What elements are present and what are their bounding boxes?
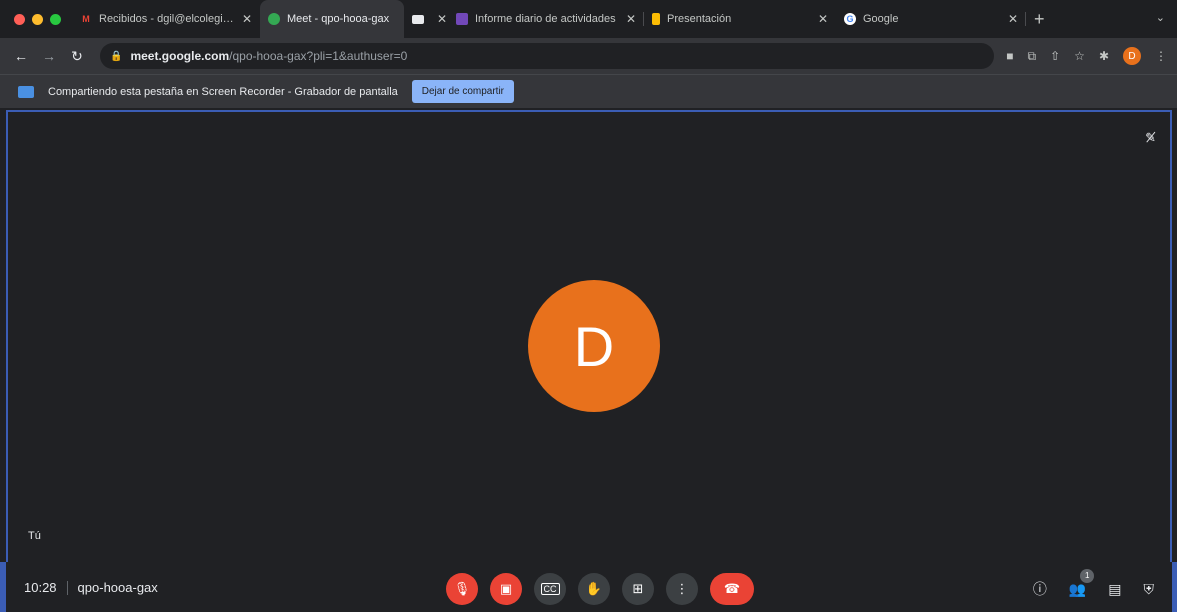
meet-video-stage: ✎̸ D Tú bbox=[6, 110, 1172, 562]
camera-off-icon: ▣ bbox=[499, 581, 513, 596]
people-icon[interactable]: 👥 1 bbox=[1069, 568, 1095, 598]
toggle-camera-button[interactable]: ▣ bbox=[490, 573, 522, 605]
close-tab-icon[interactable]: ✕ bbox=[818, 12, 828, 26]
raise-hand-button[interactable]: ✋ bbox=[578, 573, 610, 605]
meeting-side-controls: ⓘ 👥 1 ▤ ⛨ bbox=[1033, 568, 1155, 599]
browser-toolbar: ← → ↻ 🔒 meet.google.com/qpo-hooa-gax?pli… bbox=[0, 38, 1177, 74]
tab-title: Presentación bbox=[667, 13, 732, 25]
tab-search-chevron-icon[interactable]: ⌄ bbox=[1156, 11, 1165, 24]
captions-icon: CC bbox=[540, 583, 560, 595]
back-button[interactable]: ← bbox=[10, 48, 32, 64]
hand-icon: ✋ bbox=[585, 581, 603, 596]
url-host: meet.google.com bbox=[130, 49, 230, 63]
camera-in-use-icon[interactable]: ■ bbox=[1006, 49, 1013, 63]
tab-strip: M Recibidos - dgil@elcolegiodeh ✕ Meet -… bbox=[0, 0, 1177, 38]
close-tab-icon[interactable]: ✕ bbox=[437, 12, 447, 26]
more-menu-icon[interactable]: ⋮ bbox=[1155, 49, 1167, 63]
bookmark-star-icon[interactable]: ☆ bbox=[1074, 49, 1085, 63]
meet-icon bbox=[268, 13, 280, 25]
profile-avatar[interactable]: D bbox=[1123, 47, 1141, 65]
tab-title: Recibidos - dgil@elcolegiodeh bbox=[99, 13, 236, 25]
meeting-details: 10:28 qpo-hooa-gax bbox=[24, 580, 158, 595]
host-controls-icon[interactable]: ⛨ bbox=[1144, 581, 1155, 598]
more-options-button[interactable]: ⋮ bbox=[666, 573, 698, 605]
captions-button[interactable]: CC bbox=[534, 573, 566, 605]
tab-sharing-infobar: Compartiendo esta pestaña en Screen Reco… bbox=[0, 74, 1177, 108]
tab-title: Meet - qpo-hooa-gax bbox=[287, 13, 390, 25]
window-controls bbox=[0, 13, 72, 25]
tab-title: Google bbox=[863, 13, 899, 25]
meeting-code: qpo-hooa-gax bbox=[77, 580, 158, 595]
close-tab-icon[interactable]: ✕ bbox=[626, 12, 636, 26]
lock-icon[interactable]: 🔒 bbox=[110, 51, 122, 62]
url-path: /qpo-hooa-gax?pli=1&authuser=0 bbox=[229, 49, 408, 63]
meet-control-bar: 10:28 qpo-hooa-gax 🎙 ▣ CC ✋ ⊞ ⋮ ☎ ⓘ 👥 1 ▤… bbox=[0, 562, 1177, 612]
close-tab-icon[interactable]: ✕ bbox=[242, 12, 252, 26]
meeting-time: 10:28 bbox=[24, 580, 57, 595]
address-bar[interactable]: 🔒 meet.google.com/qpo-hooa-gax?pli=1&aut… bbox=[100, 43, 995, 69]
more-vertical-icon: ⋮ bbox=[675, 581, 689, 596]
sharing-message: Compartiendo esta pestaña en Screen Reco… bbox=[48, 85, 398, 98]
browser-window: M Recibidos - dgil@elcolegiodeh ✕ Meet -… bbox=[0, 0, 1177, 612]
forward-button[interactable]: → bbox=[38, 48, 60, 64]
chat-icon[interactable]: ▤ bbox=[1108, 581, 1121, 598]
close-tab-icon[interactable]: ✕ bbox=[1008, 12, 1018, 26]
self-tile-label: Tú bbox=[28, 530, 41, 542]
present-screen-button[interactable]: ⊞ bbox=[622, 573, 654, 605]
share-icon[interactable]: ⇧ bbox=[1050, 49, 1060, 63]
leave-call-button[interactable]: ☎ bbox=[710, 573, 754, 605]
mic-off-icon: 🎙 bbox=[453, 581, 471, 596]
participant-count-badge: 1 bbox=[1080, 568, 1095, 583]
forms-icon bbox=[456, 13, 468, 25]
tab-google[interactable]: G Google ✕ bbox=[836, 0, 1026, 38]
extensions-puzzle-icon[interactable]: ✱ bbox=[1099, 49, 1109, 63]
call-controls: 🎙 ▣ CC ✋ ⊞ ⋮ ☎ bbox=[446, 573, 754, 605]
tab-slides[interactable]: Presentación ✕ bbox=[644, 0, 836, 38]
screen-share-icon bbox=[18, 85, 34, 98]
toolbar-actions: ■ ⧉ ⇧ ☆ ✱ D ⋮ bbox=[1006, 47, 1167, 65]
slides-icon bbox=[652, 13, 660, 25]
meeting-info-icon[interactable]: ⓘ bbox=[1033, 579, 1047, 599]
stop-sharing-button[interactable]: Dejar de compartir bbox=[411, 80, 515, 103]
screen-icon bbox=[412, 14, 424, 24]
close-window-button[interactable] bbox=[14, 13, 25, 25]
gmail-icon: M bbox=[82, 14, 90, 24]
tab-meet[interactable]: Meet - qpo-hooa-gax bbox=[260, 0, 404, 38]
hang-up-icon: ☎ bbox=[723, 581, 741, 596]
google-icon: G bbox=[844, 13, 856, 25]
tab-gmail[interactable]: M Recibidos - dgil@elcolegiodeh ✕ bbox=[72, 0, 260, 38]
present-icon: ⊞ bbox=[632, 581, 644, 596]
minimize-window-button[interactable] bbox=[32, 13, 43, 25]
mic-off-icon: ✎̸ bbox=[1145, 130, 1156, 145]
new-tab-button[interactable]: + bbox=[1034, 9, 1045, 30]
participant-avatar: D bbox=[528, 280, 660, 412]
toggle-mic-button[interactable]: 🎙 bbox=[446, 573, 478, 605]
translate-icon[interactable]: ⧉ bbox=[1028, 49, 1037, 64]
tab-forms[interactable]: Informe diario de actividades ✕ bbox=[448, 0, 644, 38]
zoom-window-button[interactable] bbox=[50, 13, 61, 25]
tab-title: Informe diario de actividades bbox=[475, 13, 616, 25]
reload-button[interactable]: ↻ bbox=[66, 48, 88, 65]
tab-screen-recorder[interactable]: ✕ bbox=[404, 0, 448, 38]
